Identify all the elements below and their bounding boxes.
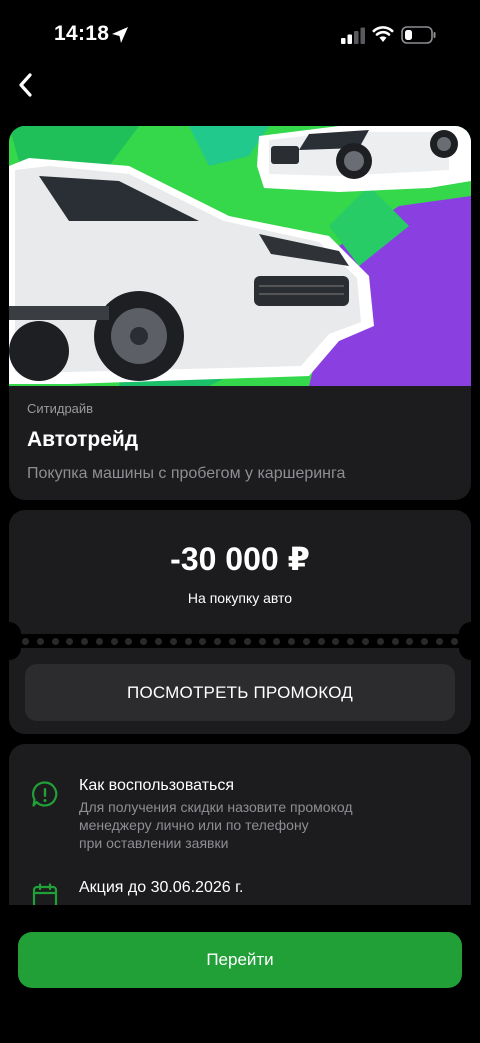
offer-banner-image [9, 126, 471, 386]
location-arrow-icon [112, 27, 128, 43]
how-to-title: Как воспользоваться [79, 777, 235, 794]
coupon-action-area: ПОСМОТРЕТЬ ПРОМОКОД [0, 636, 480, 734]
offer-title: Автотрейд [27, 428, 139, 451]
back-button[interactable] [10, 68, 40, 102]
go-button[interactable]: Перейти [18, 932, 462, 988]
battery-icon [401, 26, 436, 44]
deadline-title: Акция до 30.06.2026 г. [79, 879, 244, 896]
wifi-icon [372, 26, 394, 42]
offer-brand: Ситидрайв [27, 401, 94, 416]
how-to-text-line-1: Для получения скидки назовите промокод [79, 799, 353, 815]
alert-bubble-icon [32, 781, 58, 807]
discount-amount: -30 000 ₽ [170, 541, 310, 577]
discount-caption: На покупку авто [187, 590, 293, 606]
discount-coupon: -30 000 ₽ На покупку авто [0, 510, 480, 646]
how-to-text-line-2: менеджеру лично или по телефону [79, 817, 309, 833]
cellular-signal-icon [341, 27, 365, 44]
show-promocode-button[interactable]: ПОСМОТРЕТЬ ПРОМОКОД [25, 664, 455, 721]
info-card: Как воспользоваться Для получения скидки… [9, 744, 471, 914]
coupon-perforation [22, 636, 458, 646]
how-to-text-line-3: при оставлении заявки [79, 835, 229, 851]
status-bar: 14:18 [0, 0, 480, 70]
chevron-left-icon [19, 73, 32, 97]
offer-card[interactable]: Ситидрайв Автотрейд Покупка машины с про… [9, 126, 471, 500]
status-time: 14:18 [54, 22, 110, 45]
offer-description: Покупка машины с пробегом у каршеринга [27, 465, 346, 482]
